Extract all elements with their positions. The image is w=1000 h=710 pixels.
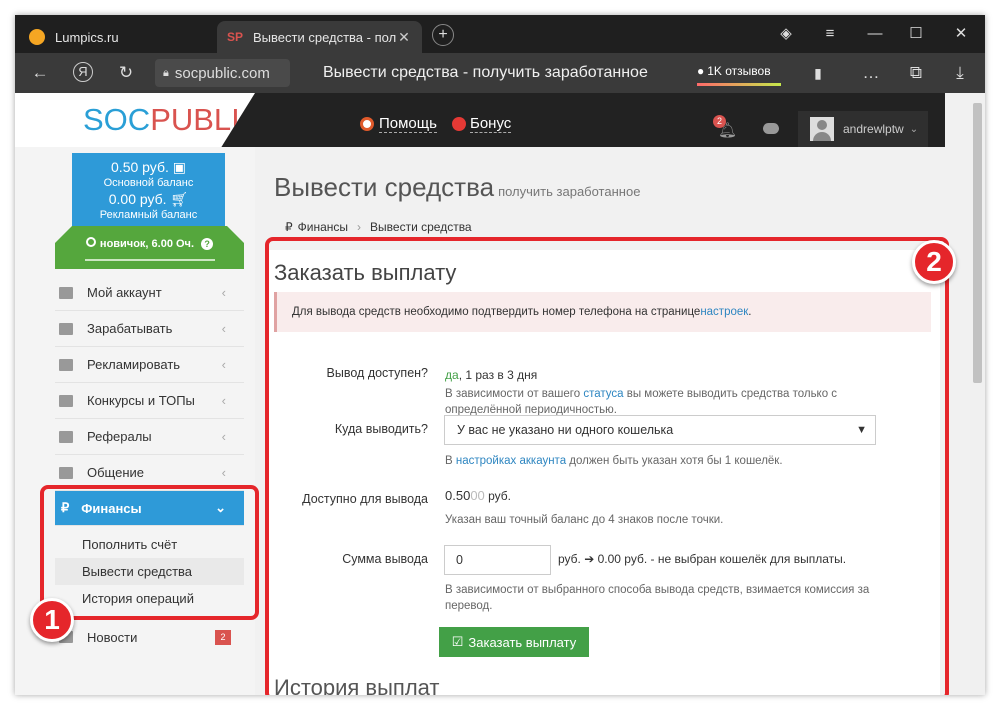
main-balance-amount: 0.50 руб. <box>111 159 169 175</box>
annotation-marker-2: 2 <box>912 240 956 284</box>
address-page-title: Вывести средства - получить заработанное <box>323 64 648 81</box>
cart-icon: 🛒︎ <box>170 191 189 207</box>
reload-icon[interactable]: ↻ <box>115 62 137 84</box>
speech-bubble-icon: ● <box>697 64 705 78</box>
minimize-icon[interactable]: — <box>864 23 886 45</box>
avatar <box>810 117 834 141</box>
sidebar-item-label: Мой аккаунт <box>87 285 162 300</box>
more-icon[interactable]: … <box>860 62 882 84</box>
sidebar-item-advertise[interactable]: Рекламировать ‹ <box>55 347 244 383</box>
url-text: socpublic.com <box>174 64 270 82</box>
maximize-icon[interactable]: ☐ <box>905 23 927 45</box>
tab-bar: Lumpics.ru SP Вывести средства - пол ✕ +… <box>15 15 985 53</box>
extension-icon[interactable]: ◈ <box>775 23 797 45</box>
close-window-icon[interactable]: ✕ <box>950 23 972 45</box>
collections-icon[interactable]: ⧉ <box>905 62 927 84</box>
username: andrewlptw <box>843 122 904 136</box>
breadcrumb-finance[interactable]: Финансы <box>298 220 348 234</box>
bonus-link[interactable]: Бонус <box>470 116 512 133</box>
close-tab-icon[interactable]: ✕ <box>396 29 412 46</box>
sidebar-item-account[interactable]: Мой аккаунт ‹ <box>55 275 244 311</box>
new-tab-button[interactable]: + <box>432 24 454 46</box>
help-circle-icon[interactable]: ? <box>201 238 214 250</box>
news-count-badge: 2 <box>215 629 231 645</box>
chevron-left-icon: ‹ <box>221 321 226 336</box>
chevron-down-icon: ⌄ <box>909 123 919 135</box>
tab-socpublic[interactable]: SP Вывести средства - пол ✕ <box>217 21 422 53</box>
trophy-icon <box>59 394 73 407</box>
back-icon[interactable]: ← <box>29 62 51 84</box>
scrollbar[interactable] <box>970 93 985 695</box>
sidebar-item-earn[interactable]: Зарабатывать ‹ <box>55 311 244 347</box>
chevron-left-icon: ‹ <box>221 393 226 408</box>
browser-window: Lumpics.ru SP Вывести средства - пол ✕ +… <box>15 15 985 695</box>
page-title-text: Вывести средства <box>274 172 495 202</box>
home-icon <box>59 286 73 299</box>
chart-icon <box>59 358 73 371</box>
apple-icon <box>452 117 466 131</box>
annotation-marker-1: 1 <box>30 598 74 642</box>
sidebar-item-label: Зарабатывать <box>87 321 173 336</box>
chevron-left-icon: ‹ <box>221 285 226 300</box>
logo-soc: SOC <box>83 102 151 137</box>
reviews-button[interactable]: ● 1K отзывов <box>697 64 781 86</box>
site-header: SOCPUBLIC Помощь Бонус 2 🔔︎ andrewlptw ⌄ <box>15 93 945 147</box>
address-bar: ← Я ↻ 🔒︎ socpublic.com Вывести средства … <box>15 53 985 93</box>
sidebar-item-label: Конкурсы и ТОПы <box>87 393 195 408</box>
yandex-icon[interactable]: Я <box>73 62 93 82</box>
ad-balance-label: Рекламный баланс <box>99 209 198 221</box>
breadcrumb-separator: › <box>357 220 362 234</box>
breadcrumb-withdraw: Вывести средства <box>370 220 472 234</box>
page-subtitle: получить заработанное <box>498 184 641 199</box>
lock-icon: 🔒︎ <box>163 66 169 79</box>
site-logo[interactable]: SOCPUBLIC <box>83 102 263 138</box>
tab-lumpics[interactable]: Lumpics.ru <box>19 21 219 53</box>
socpublic-favicon-icon: SP <box>227 30 244 44</box>
sidebar-item-label: Новости <box>87 629 138 645</box>
annotation-box-2 <box>265 237 949 695</box>
circle-icon <box>85 237 96 247</box>
bookmark-icon[interactable]: ▮ <box>807 62 829 84</box>
main-balance-label: Основной баланс <box>103 177 194 189</box>
menu-icon[interactable]: ≡ <box>819 23 841 45</box>
wallet-icon: ▣ <box>172 159 186 175</box>
level-text: новичок, 6.00 Оч. <box>99 238 194 250</box>
reviews-rating-bar <box>697 83 781 86</box>
ruble-icon: ₽ <box>285 220 293 234</box>
tab-title: Lumpics.ru <box>55 29 119 45</box>
sidebar-item-label: Рекламировать <box>87 357 181 372</box>
tab-title: Вывести средства - пол <box>253 29 396 45</box>
chat-icon <box>59 466 73 479</box>
scrollbar-thumb[interactable] <box>973 103 982 383</box>
users-icon <box>59 430 73 443</box>
bell-icon[interactable]: 🔔︎ <box>718 121 737 139</box>
sidebar-item-label: Общение <box>87 465 145 480</box>
chevron-left-icon: ‹ <box>221 465 226 480</box>
reviews-label: 1K отзывов <box>707 64 771 78</box>
web-page: SOCPUBLIC Помощь Бонус 2 🔔︎ andrewlptw ⌄… <box>15 93 970 695</box>
sidebar-item-referrals[interactable]: Рефералы ‹ <box>55 419 244 455</box>
page-title: Вывести средства получить заработанное <box>274 172 640 203</box>
download-icon[interactable]: ⤓ <box>949 62 971 84</box>
annotation-box-1 <box>40 485 259 620</box>
user-menu[interactable]: andrewlptw ⌄ <box>798 111 928 147</box>
chevron-left-icon: ‹ <box>221 429 226 444</box>
balance-box: 0.50 руб. ▣ Основной баланс 0.00 руб. 🛒︎… <box>72 153 225 226</box>
level-box[interactable]: новичок, 6.00 Оч. ? <box>55 226 244 269</box>
sidebar-item-news[interactable]: Новости 2 <box>55 619 244 655</box>
messages-icon[interactable] <box>763 123 779 134</box>
sidebar-item-label: Рефералы <box>87 429 152 444</box>
sidebar-item-contests[interactable]: Конкурсы и ТОПы ‹ <box>55 383 244 419</box>
ad-balance-amount: 0.00 руб. <box>108 191 167 207</box>
logo-public: PUBLIC <box>150 102 263 137</box>
lumpics-favicon-icon <box>29 29 45 45</box>
url-field[interactable]: 🔒︎ socpublic.com <box>155 59 290 87</box>
logo-area[interactable]: SOCPUBLIC <box>15 93 255 147</box>
level-progress <box>85 259 215 261</box>
help-link[interactable]: Помощь <box>379 116 437 133</box>
briefcase-icon <box>59 322 73 335</box>
chevron-left-icon: ‹ <box>221 357 226 372</box>
lifebuoy-icon <box>360 117 374 131</box>
